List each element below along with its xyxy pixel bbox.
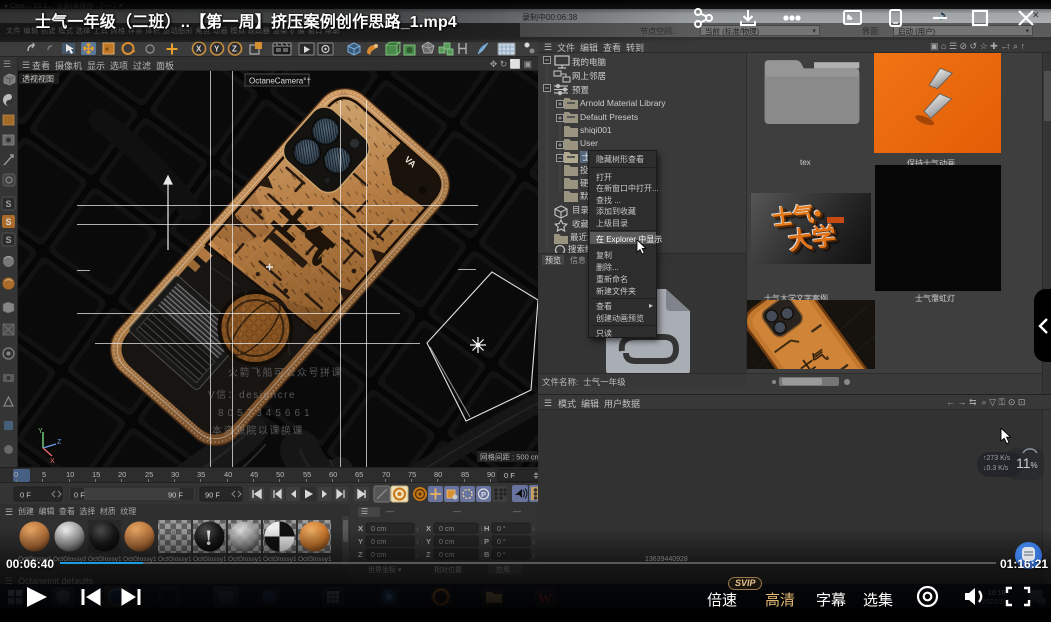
svg-text:40: 40 xyxy=(224,470,232,479)
svg-text:60: 60 xyxy=(329,470,337,479)
svg-text:15: 15 xyxy=(92,470,100,479)
svg-text:50: 50 xyxy=(276,470,284,479)
svg-text:Y: Y xyxy=(38,428,43,435)
svg-text:35: 35 xyxy=(197,470,205,479)
svg-text:85: 85 xyxy=(461,470,469,479)
svg-text:65: 65 xyxy=(355,470,363,479)
svg-text:55: 55 xyxy=(303,470,311,479)
svg-text:S: S xyxy=(6,217,12,227)
svg-text:70: 70 xyxy=(382,470,390,479)
svg-text:20: 20 xyxy=(118,470,126,479)
svg-text:S: S xyxy=(6,235,12,245)
svg-text:5: 5 xyxy=(42,470,46,479)
svg-text:75: 75 xyxy=(408,470,416,479)
svg-text:8057345661: 8057345661 xyxy=(218,408,314,419)
svg-text:OctaneCamera°†: OctaneCamera°† xyxy=(249,77,311,86)
svg-text:0 F: 0 F xyxy=(20,491,31,500)
svg-text:30: 30 xyxy=(171,470,179,479)
svg-text:90: 90 xyxy=(487,470,495,479)
svg-text:本资源院以课换课: 本资源院以课换课 xyxy=(212,424,304,437)
svg-text:火箭飞船可公众号拼课: 火箭飞船可公众号拼课 xyxy=(228,366,343,379)
svg-text:90 F: 90 F xyxy=(168,491,183,500)
svg-text:V信：designcre: V信：designcre xyxy=(208,389,296,401)
svg-text:0 F: 0 F xyxy=(504,471,515,480)
svg-text:☰: ☰ xyxy=(3,59,11,69)
svg-text:90 F: 90 F xyxy=(205,491,220,500)
svg-text:0 F: 0 F xyxy=(74,491,85,500)
svg-text:S: S xyxy=(6,199,12,209)
svg-text:P: P xyxy=(481,490,486,499)
svg-text:X: X xyxy=(50,458,55,465)
svg-text:25: 25 xyxy=(145,470,153,479)
svg-text:Z: Z xyxy=(57,439,62,446)
svg-text:45: 45 xyxy=(250,470,258,479)
svg-text:网格间距 : 500 cm: 网格间距 : 500 cm xyxy=(480,452,538,462)
svg-text:透视视图: 透视视图 xyxy=(22,74,54,84)
svg-text:0: 0 xyxy=(14,470,18,479)
svg-text:80: 80 xyxy=(434,470,442,479)
svg-text:10: 10 xyxy=(66,470,74,479)
